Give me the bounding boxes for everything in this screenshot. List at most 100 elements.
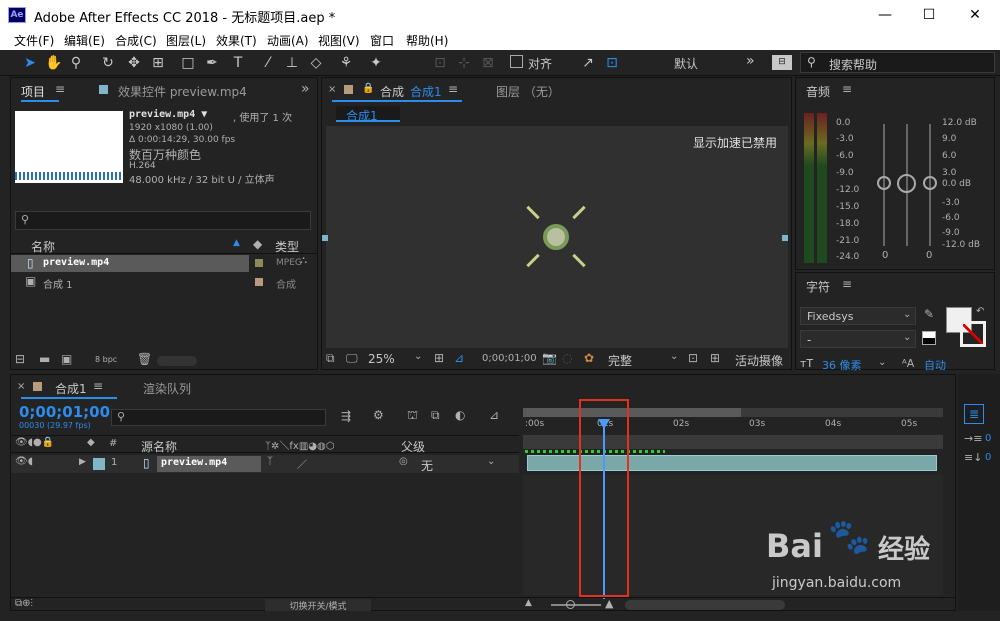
sync-settings-icon[interactable]: ⊟ (772, 55, 792, 70)
selection-tool-icon[interactable]: ➤ (20, 53, 40, 73)
layer-tab[interactable]: 图层 （无） (496, 83, 560, 100)
work-area-range[interactable] (523, 408, 741, 417)
character-tab[interactable]: 字符 (806, 278, 830, 295)
project-item-name[interactable]: 合成 1 (43, 276, 73, 291)
zoom-out-icon[interactable]: ▲ (525, 598, 532, 608)
workspace-more-icon[interactable]: » (746, 53, 755, 69)
expand-arrow-icon[interactable]: ▶ (79, 457, 86, 467)
indent-left-icon[interactable]: →≡ (964, 432, 982, 445)
character-menu-icon[interactable]: ≡ (842, 277, 852, 291)
eyedropper-icon[interactable]: ✎ (924, 307, 934, 321)
snap-checkbox[interactable] (510, 55, 523, 68)
chevron-down-icon[interactable]: ⌄ (487, 456, 495, 467)
pen-tool-icon[interactable]: ✒ (202, 53, 222, 73)
project-search-input[interactable]: ⚲ (15, 211, 311, 230)
minimize-button[interactable]: — (862, 0, 908, 30)
new-comp-icon[interactable]: ▣ (61, 352, 72, 366)
show-snapshot-icon[interactable]: ◌ (562, 351, 572, 365)
col-name[interactable]: 名称 (31, 238, 55, 255)
effects-control-tab[interactable]: 效果控件 preview.mp4 (118, 83, 247, 100)
current-timecode[interactable]: 0;00;01;00 (19, 403, 110, 421)
bit-depth-button[interactable]: 8 bpc (95, 355, 117, 364)
comp-breadcrumb[interactable]: 合成1 (336, 106, 400, 123)
help-search-input[interactable]: ⚲ 搜索帮助 (800, 52, 995, 73)
color-swap-icon[interactable] (922, 331, 936, 345)
snap-option-icon[interactable]: ↗ (578, 53, 598, 73)
interpret-footage-icon[interactable]: ⊟ (15, 352, 25, 366)
comp-tab-label[interactable]: 合成 (380, 83, 404, 100)
rotate-tool-icon[interactable]: ↻ (98, 53, 118, 73)
shy-switch-icon[interactable]: ᛉ (267, 456, 273, 467)
label-col-icon[interactable]: ◆ (87, 437, 95, 448)
comp-timecode[interactable]: 0;00;01;00 (482, 353, 537, 364)
menu-animation[interactable]: 动画(A) (267, 32, 309, 49)
panel-more-icon[interactable]: » (301, 81, 310, 97)
fit-frame-icon[interactable]: ⊞ (434, 351, 444, 365)
rectangle-tool-icon[interactable]: □ (178, 53, 198, 73)
viewer-handle-left[interactable] (322, 235, 328, 241)
menu-help[interactable]: 帮助(H) (406, 32, 448, 49)
shy-icon[interactable]: ⛫ (407, 408, 418, 424)
hand-tool-icon[interactable]: ✋ (44, 53, 64, 73)
audio-tab[interactable]: 音频 (806, 83, 830, 100)
menu-composition[interactable]: 合成(C) (115, 32, 157, 49)
roto-tool-icon[interactable]: ⚘ (336, 53, 356, 73)
layer-row[interactable]: 👁◖ ▶ 1 ▯ preview.mp4 ᛉ ／ ◎ 无 ⌄ (11, 455, 519, 473)
monitor-icon[interactable]: 🖵 (346, 351, 358, 366)
text-tool-icon[interactable]: T (228, 53, 248, 73)
zoom-slider[interactable] (551, 604, 601, 606)
grid-icon[interactable]: ⊿ (454, 351, 464, 365)
close-tab-icon[interactable]: × (328, 84, 336, 95)
right-slider-knob[interactable] (923, 176, 937, 190)
av-features-icon[interactable]: 👁◖●🔒 (15, 437, 54, 448)
sort-asc-icon[interactable]: ▲ (233, 238, 240, 248)
parent-select[interactable]: 无 (421, 457, 433, 474)
zoom-in-icon[interactable]: ▲ (605, 597, 613, 610)
font-select[interactable]: Fixedsys ⌄ (800, 307, 916, 325)
menu-file[interactable]: 文件(F) (14, 32, 54, 49)
eye-icon[interactable]: 👁◖ (15, 456, 33, 467)
label-col-icon[interactable]: ◆ (253, 237, 262, 251)
comp-mini-flowchart-icon[interactable]: ⇶ (341, 409, 351, 423)
flowchart-icon[interactable]: ⛬ (300, 255, 307, 266)
menu-edit[interactable]: 编辑(E) (64, 32, 105, 49)
local-axis-icon[interactable]: ⊡ (430, 53, 450, 73)
puppet-tool-icon[interactable]: ✦ (366, 53, 386, 73)
frame-blend-icon[interactable]: ⧉ (431, 408, 440, 423)
zoom-tool-icon[interactable]: ⚲ (66, 53, 86, 73)
quality-switch-icon[interactable]: ／ (297, 456, 307, 471)
brush-tool-icon[interactable]: ⁄ (258, 53, 278, 73)
snap-feature-icon[interactable]: ⊡ (602, 53, 622, 73)
left-value[interactable]: 0 (882, 250, 888, 261)
menu-layer[interactable]: 图层(L) (166, 32, 206, 49)
pan-behind-tool-icon[interactable]: ⊞ (148, 53, 168, 73)
col-source-name[interactable]: 源名称 (141, 438, 177, 455)
col-type[interactable]: 类型 (275, 238, 299, 255)
motion-blur-icon[interactable]: ◐ (455, 408, 465, 422)
project-menu-icon[interactable]: ≡ (55, 82, 65, 96)
channel-icon[interactable]: ✿ (584, 351, 594, 365)
timeline-search-input[interactable]: ⚲ (111, 409, 326, 426)
eraser-tool-icon[interactable]: ◇ (306, 53, 326, 73)
layer-label-swatch[interactable] (93, 458, 105, 470)
workspace-default[interactable]: 默认 (674, 55, 698, 72)
project-row-selected[interactable]: ▯ preview.mp4 (11, 255, 249, 272)
layer-name-cell[interactable]: preview.mp4 (157, 456, 261, 472)
delete-icon[interactable]: 🗑 (137, 352, 152, 366)
timeline-tab[interactable]: 合成1 (55, 380, 87, 397)
col-parent[interactable]: 父级 (401, 438, 425, 455)
project-tab[interactable]: 项目 (21, 83, 45, 100)
lock-icon[interactable]: 🔒 (362, 83, 374, 94)
pick-whip-icon[interactable]: ◎ (399, 456, 408, 467)
audio-menu-icon[interactable]: ≡ (842, 82, 852, 96)
maximize-button[interactable]: ☐ (906, 0, 952, 30)
left-slider-knob[interactable] (877, 176, 891, 190)
zoom-select[interactable]: 25% (368, 352, 395, 366)
leading-value[interactable]: 自动 (924, 357, 946, 373)
chevron-down-icon[interactable]: ⌄ (878, 357, 886, 368)
roi-icon[interactable]: ⊡ (688, 351, 698, 365)
view-axis-icon[interactable]: ⊠ (478, 53, 498, 73)
paragraph-panel-icon[interactable]: ≣ (964, 404, 984, 424)
menu-effect[interactable]: 效果(T) (216, 32, 257, 49)
close-button[interactable]: ✕ (952, 0, 998, 30)
